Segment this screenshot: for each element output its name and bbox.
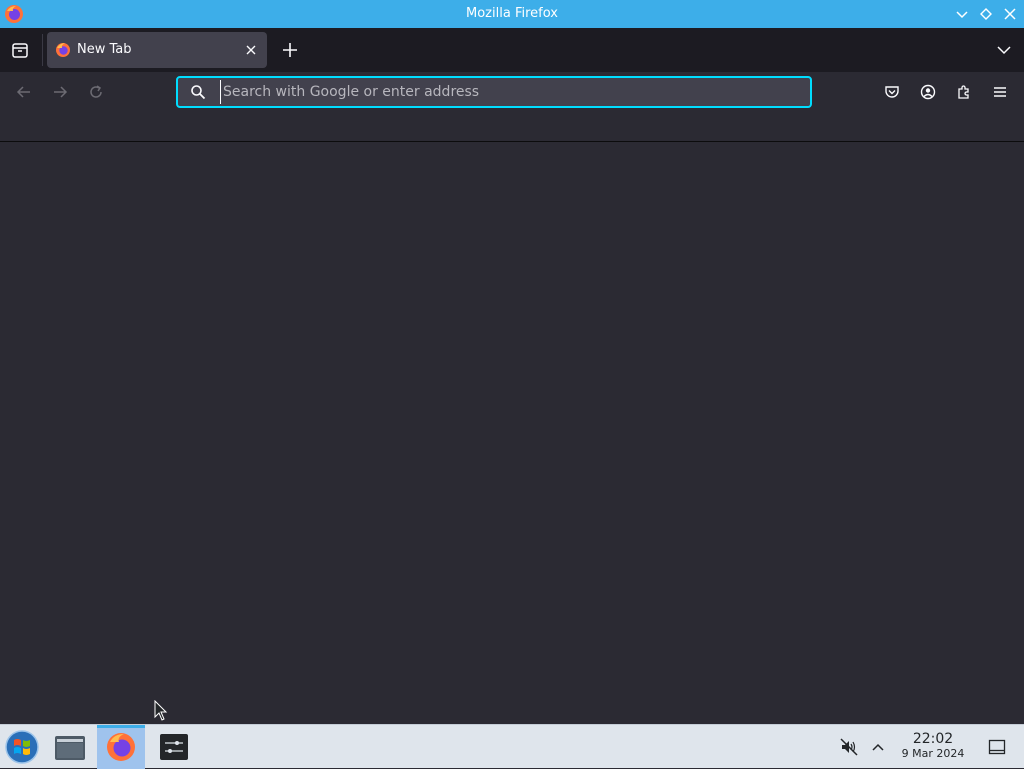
tab-new-tab[interactable]: New Tab — [47, 32, 267, 68]
navigation-toolbar — [0, 72, 1024, 112]
clock-time: 22:02 — [912, 731, 954, 747]
chevron-up-icon[interactable] — [869, 738, 887, 756]
puzzle-icon — [958, 85, 969, 99]
application-menu-button[interactable] — [992, 84, 1008, 100]
firefox-icon — [107, 733, 135, 761]
minimize-button[interactable] — [954, 6, 970, 22]
close-window-button[interactable] — [1002, 6, 1018, 22]
window-titlebar: Mozilla Firefox — [0, 0, 1024, 28]
arrow-right-icon — [54, 86, 68, 98]
reload-button[interactable] — [88, 84, 104, 100]
close-icon — [1004, 8, 1016, 20]
tab-manager-icon — [12, 43, 28, 58]
search-icon — [191, 85, 206, 100]
arrow-left-icon — [16, 86, 30, 98]
account-icon — [920, 84, 936, 100]
chevron-down-icon — [997, 46, 1011, 55]
clock[interactable]: 22:02 9 Mar 2024 — [896, 731, 970, 761]
volume-muted-icon[interactable] — [840, 738, 858, 756]
taskbar: 22:02 9 Mar 2024 — [0, 724, 1024, 769]
account-button[interactable] — [920, 84, 936, 100]
pocket-icon — [885, 86, 899, 98]
address-bar[interactable] — [176, 76, 812, 108]
reload-icon — [90, 85, 102, 98]
clock-date: 9 Mar 2024 — [901, 747, 965, 760]
bookmarks-toolbar — [0, 112, 1024, 142]
firefox-icon — [56, 43, 70, 57]
page-content[interactable] — [0, 142, 1024, 724]
plus-icon — [283, 43, 297, 57]
mouse-cursor-icon — [154, 700, 168, 721]
tab-label: New Tab — [77, 42, 132, 57]
taskbar-item-firefox[interactable] — [97, 725, 145, 769]
application-launcher-button[interactable] — [4, 729, 40, 765]
close-icon[interactable] — [243, 42, 259, 58]
maximize-button[interactable] — [978, 6, 994, 22]
tab-strip: New Tab — [0, 28, 1024, 72]
new-tab-button[interactable] — [280, 40, 300, 60]
back-button[interactable] — [16, 84, 32, 100]
hamburger-menu-icon — [994, 87, 1006, 97]
forward-button[interactable] — [52, 84, 68, 100]
chevron-down-icon — [956, 11, 968, 19]
tab-separator — [42, 34, 43, 66]
window-title: Mozilla Firefox — [466, 6, 558, 21]
diamond-icon — [980, 8, 992, 20]
taskbar-item-file-manager[interactable] — [46, 725, 94, 769]
save-to-pocket-button[interactable] — [884, 84, 900, 100]
url-input[interactable] — [220, 80, 800, 104]
taskbar-item-settings[interactable] — [150, 725, 198, 769]
start-menu-icon — [5, 730, 39, 764]
tab-manager-button[interactable] — [8, 38, 32, 62]
folder-icon — [55, 736, 85, 760]
system-settings-icon — [160, 734, 188, 760]
extensions-button[interactable] — [956, 84, 972, 100]
list-all-tabs-button[interactable] — [996, 42, 1012, 58]
show-desktop-icon[interactable] — [988, 738, 1006, 756]
